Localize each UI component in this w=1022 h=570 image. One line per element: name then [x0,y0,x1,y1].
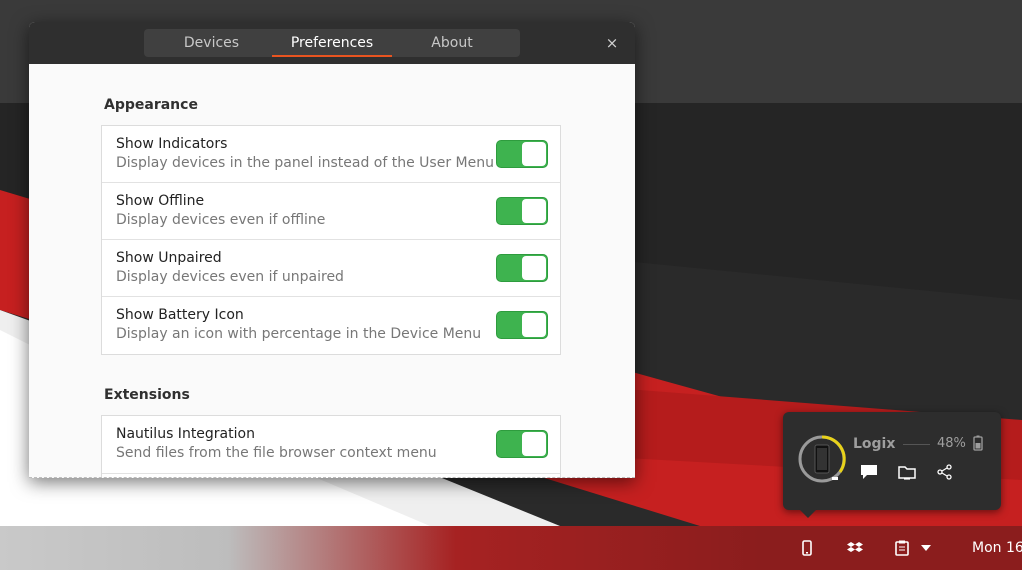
separator [903,444,930,445]
show-battery-icon-switch[interactable] [496,311,548,339]
switch-knob [522,142,546,166]
switch-knob [522,432,546,456]
window-titlebar: Devices Preferences About × [29,22,635,65]
row-subtitle: Send files from the file browser context… [116,445,437,461]
popup-arrow [799,509,817,518]
extensions-list: Nautilus Integration Send files from the… [101,415,561,478]
dropdown-arrow-icon[interactable] [916,538,936,558]
device-battery-ring-icon[interactable] [796,433,848,485]
row-subtitle: Display devices even if unpaired [116,269,344,285]
phone-icon[interactable] [797,538,817,558]
switch-knob [522,256,546,280]
list-item[interactable]: Show Battery Icon Display an icon with p… [102,297,560,354]
view-switcher: Devices Preferences About [144,29,520,57]
battery-icon [973,435,983,451]
tab-preferences[interactable]: Preferences [272,29,392,57]
show-offline-switch[interactable] [496,197,548,225]
list-item[interactable]: Show Unpaired Display devices even if un… [102,240,560,297]
clipboard-icon[interactable] [892,538,912,558]
battery-percentage: 48% [937,436,966,451]
show-indicators-switch[interactable] [496,140,548,168]
section-title-extensions: Extensions [104,387,190,403]
row-title: Show Indicators [116,136,228,152]
row-title: Show Battery Icon [116,307,244,323]
row-subtitle: Display an icon with percentage in the D… [116,326,482,342]
row-title: Nautilus Integration [116,426,255,442]
tab-devices[interactable]: Devices [144,29,279,57]
row-subtitle: Display devices in the panel instead of … [116,155,494,171]
tab-about[interactable]: About [392,29,512,57]
panel-left-area [0,526,760,570]
preferences-window: Devices Preferences About × Appearance S… [29,22,635,478]
switch-knob [522,313,546,337]
device-name: Logix [853,436,896,452]
row-title: Show Unpaired [116,250,222,266]
cutoff-line [29,477,635,478]
list-item[interactable]: Show Offline Display devices even if off… [102,183,560,240]
row-title: Show Offline [116,193,205,209]
list-item[interactable]: Nautilus Integration Send files from the… [102,416,560,474]
dropbox-icon[interactable] [845,538,865,558]
message-icon[interactable] [859,462,879,482]
list-item[interactable]: Show Indicators Display devices in the p… [102,126,560,183]
preferences-content: Appearance Show Indicators Display devic… [29,64,635,478]
appearance-list: Show Indicators Display devices in the p… [101,125,561,355]
panel-clock[interactable]: Mon 16 [972,540,1022,556]
switch-knob [522,199,546,223]
nautilus-integration-switch[interactable] [496,430,548,458]
close-button[interactable]: × [603,34,621,52]
browse-files-icon[interactable] [897,462,917,482]
show-unpaired-switch[interactable] [496,254,548,282]
row-subtitle: Display devices even if offline [116,212,326,228]
section-title-appearance: Appearance [104,97,198,113]
share-icon[interactable] [935,462,955,482]
